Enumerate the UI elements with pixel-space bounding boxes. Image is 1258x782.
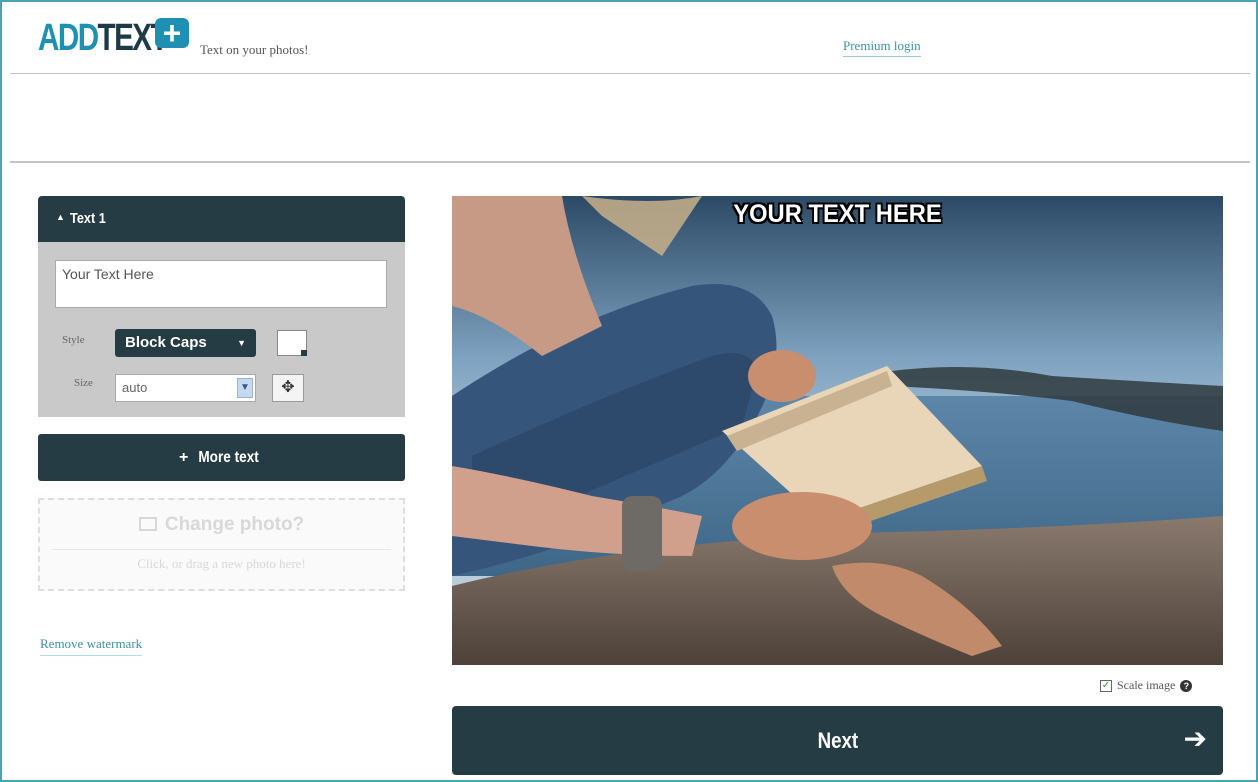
logo-text: ADDTEXT <box>38 17 169 59</box>
style-label: Style <box>62 334 85 346</box>
text-1-panel-header[interactable]: ▲ Text 1 <box>38 196 405 242</box>
logo-plus-icon: + <box>155 17 189 49</box>
style-select[interactable]: Block Caps ▼ <box>115 329 256 357</box>
color-swatch-icon[interactable] <box>277 330 307 356</box>
dropdown-arrow-icon: ▼ <box>237 338 246 348</box>
checkbox-icon[interactable]: ✓ <box>1100 679 1112 692</box>
size-select-value: auto <box>122 380 148 395</box>
text-1-panel-body: Your Text Here Style Block Caps ▼ Size a… <box>38 242 405 417</box>
header: ADDTEXT + Text on your photos! Premium l… <box>10 12 1250 74</box>
plus-icon: + <box>179 449 193 466</box>
size-label: Size <box>74 377 93 389</box>
remove-watermark-link[interactable]: Remove watermark <box>40 636 143 656</box>
change-photo-title: Change photo? <box>164 514 305 535</box>
more-text-label: More text <box>198 449 259 466</box>
change-photo-title-row: Change photo? <box>40 514 403 536</box>
photo-preview[interactable]: YOUR TEXT HERE <box>452 196 1223 665</box>
more-text-button[interactable]: + More text <box>38 434 405 481</box>
ad-area <box>10 75 1250 163</box>
move-arrows-icon[interactable]: ✥ <box>272 374 304 402</box>
arrow-right-icon: ➔ <box>1183 723 1207 754</box>
divider <box>52 549 391 550</box>
premium-login-link[interactable]: Premium login <box>843 38 921 57</box>
next-label: Next <box>817 728 858 753</box>
next-label-wrap: Next <box>452 728 1223 754</box>
change-photo-dropzone[interactable]: Change photo? Click, or drag a new photo… <box>38 498 405 591</box>
scale-image-row[interactable]: ✓ Scale image ? <box>1100 678 1193 693</box>
scale-image-label: Scale image <box>1117 678 1176 692</box>
next-button[interactable]: Next ➔ <box>452 706 1223 775</box>
size-select[interactable]: auto ▼ <box>115 374 256 402</box>
text-input[interactable]: Your Text Here <box>55 260 387 308</box>
overlay-text[interactable]: YOUR TEXT HERE <box>471 199 1203 229</box>
change-photo-hint: Click, or drag a new photo here! <box>137 556 306 571</box>
help-icon[interactable]: ? <box>1180 679 1193 692</box>
chevron-down-icon: ▼ <box>237 378 253 398</box>
logo-add: ADD <box>38 17 99 59</box>
image-icon <box>138 517 157 531</box>
style-select-value: Block Caps <box>125 334 207 351</box>
photo-image <box>452 196 1223 665</box>
panel-title: Text 1 <box>70 210 106 227</box>
tagline: Text on your photos! <box>200 42 309 57</box>
caret-up-icon: ▲ <box>56 212 65 222</box>
